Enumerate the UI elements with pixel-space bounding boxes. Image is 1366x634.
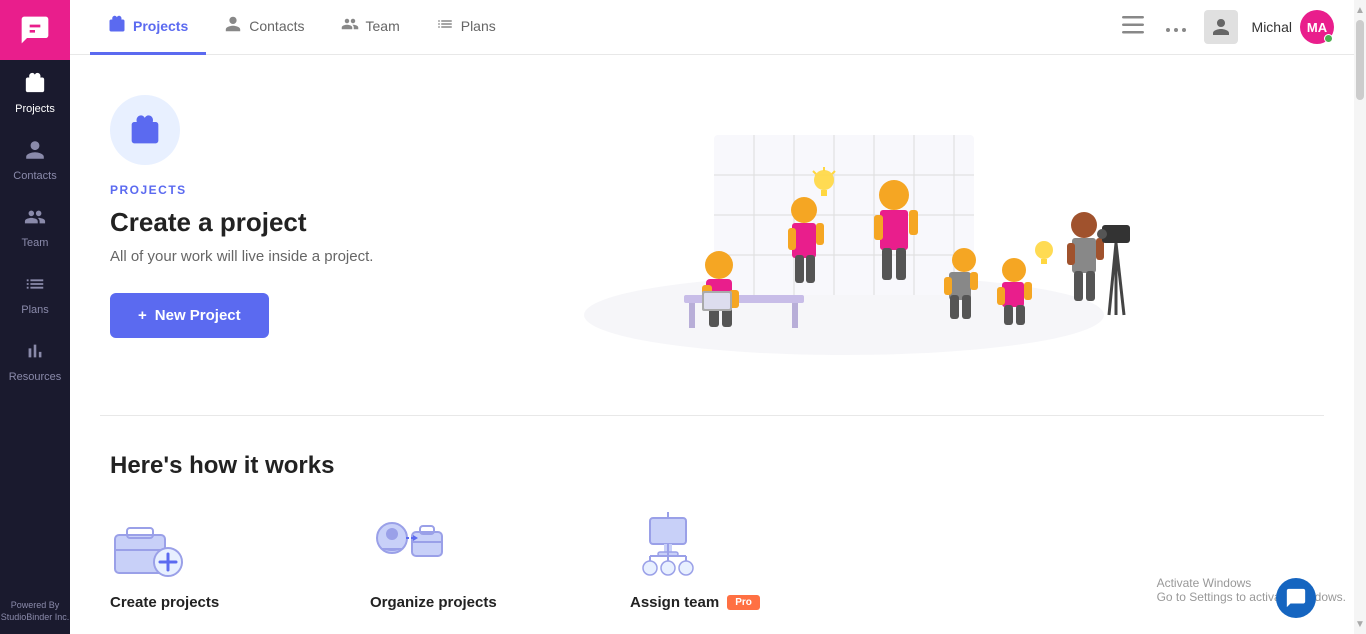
tab-contacts-label: Contacts	[249, 18, 304, 34]
sidebar-item-projects[interactable]: Projects	[0, 60, 70, 127]
tab-projects-label: Projects	[133, 18, 188, 34]
hero-title: Create a project	[110, 207, 373, 238]
tab-plans-label: Plans	[461, 18, 496, 34]
sidebar-item-label-plans: Plans	[21, 304, 49, 316]
user-icon	[1204, 10, 1238, 44]
tab-team[interactable]: Team	[323, 0, 418, 55]
sidebar-item-label-projects: Projects	[15, 103, 55, 115]
sidebar-logo[interactable]	[0, 0, 70, 60]
sidebar: Projects Contacts Team Plans Resources P…	[0, 0, 70, 634]
how-card-assign: Assign team Pro	[630, 510, 850, 611]
tab-plans-icon	[436, 15, 454, 36]
user-info[interactable]: Michal MA	[1252, 10, 1334, 44]
avatar: MA	[1300, 10, 1334, 44]
how-card-organize: Organize projects	[370, 510, 590, 611]
new-project-button[interactable]: + New Project	[110, 293, 269, 338]
how-it-works-section: Here's how it works	[70, 416, 1354, 634]
how-card-title-assign: Assign team Pro	[630, 594, 760, 611]
plus-icon: +	[138, 307, 147, 324]
how-card-icon-organize	[370, 510, 450, 580]
hero-illustration-svg	[554, 95, 1134, 355]
tab-projects-icon	[108, 15, 126, 36]
scroll-track	[1354, 20, 1366, 614]
projects-icon	[24, 72, 46, 99]
more-options-button[interactable]	[1162, 13, 1190, 42]
hero-subtitle: All of your work will live inside a proj…	[110, 248, 373, 265]
pro-badge: Pro	[727, 595, 760, 610]
top-navigation: Projects Contacts Team Plans	[70, 0, 1354, 55]
scroll-thumb[interactable]	[1356, 20, 1364, 100]
how-cards: Create projects	[110, 510, 1314, 611]
plans-icon	[24, 273, 46, 300]
hero-section: PROJECTS Create a project All of your wo…	[70, 55, 1354, 415]
chat-bubble[interactable]	[1276, 578, 1316, 618]
scrollbar[interactable]: ▲ ▼	[1354, 0, 1366, 634]
menu-icon-button[interactable]	[1118, 12, 1148, 43]
sidebar-item-team[interactable]: Team	[0, 194, 70, 261]
sidebar-item-label-team: Team	[22, 237, 49, 249]
logo-icon	[19, 14, 51, 46]
tab-team-icon	[341, 15, 359, 36]
how-title: Here's how it works	[110, 452, 1314, 480]
sidebar-item-label-resources: Resources	[9, 371, 62, 383]
resources-icon	[24, 340, 46, 367]
hero-icon-wrap	[110, 95, 180, 165]
how-card-create: Create projects	[110, 510, 330, 611]
topnav-right: Michal MA	[1118, 10, 1334, 44]
briefcase-icon	[129, 114, 161, 146]
scroll-up-arrow[interactable]: ▲	[1354, 0, 1366, 20]
user-name: Michal	[1252, 19, 1292, 35]
sidebar-item-resources[interactable]: Resources	[0, 328, 70, 395]
contacts-icon	[24, 139, 46, 166]
tab-plans[interactable]: Plans	[418, 0, 514, 55]
tab-projects[interactable]: Projects	[90, 0, 206, 55]
main-area: Projects Contacts Team Plans	[70, 0, 1354, 634]
sidebar-bottom: Powered By StudioBinder Inc.	[1, 599, 70, 634]
hero-left: PROJECTS Create a project All of your wo…	[110, 95, 373, 338]
how-card-icon-assign	[630, 510, 710, 580]
scroll-down-arrow[interactable]: ▼	[1354, 614, 1366, 634]
how-card-title-create: Create projects	[110, 594, 219, 611]
tab-contacts[interactable]: Contacts	[206, 0, 322, 55]
online-indicator	[1324, 34, 1333, 43]
hero-illustration	[373, 95, 1314, 355]
tab-contacts-icon	[224, 15, 242, 36]
tab-team-label: Team	[366, 18, 400, 34]
how-card-title-organize: Organize projects	[370, 594, 497, 611]
sidebar-item-contacts[interactable]: Contacts	[0, 127, 70, 194]
team-icon	[24, 206, 46, 233]
sidebar-item-label-contacts: Contacts	[13, 170, 56, 182]
hero-label: PROJECTS	[110, 183, 373, 197]
how-card-icon-create	[110, 510, 190, 580]
content-area: PROJECTS Create a project All of your wo…	[70, 55, 1354, 634]
sidebar-item-plans[interactable]: Plans	[0, 261, 70, 328]
